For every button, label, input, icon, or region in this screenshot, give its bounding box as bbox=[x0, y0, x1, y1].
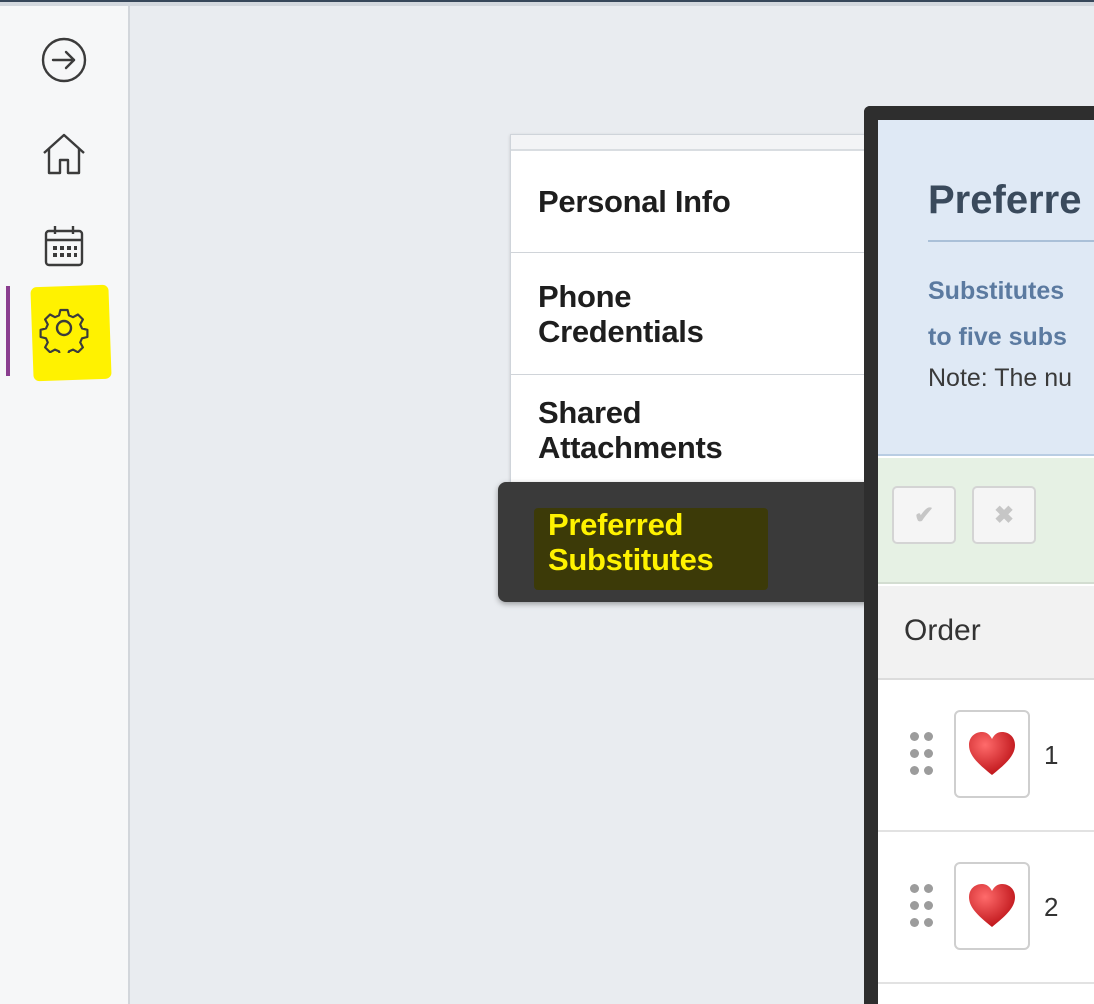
nav-item-phone-credentials[interactable]: Phone Credentials bbox=[511, 253, 871, 375]
nav-item-preferred-substitutes[interactable]: Preferred Substitutes bbox=[498, 482, 870, 602]
description-line: Substitutes bbox=[928, 277, 1065, 305]
order-number: 2 bbox=[1044, 892, 1059, 922]
panel-description: Substitutes to five subs bbox=[928, 268, 1067, 360]
settings-nav-list: Personal Info Phone Credentials Shared A… bbox=[510, 134, 871, 485]
nav-item-label: Credentials bbox=[538, 313, 704, 349]
close-icon: ✖ bbox=[993, 501, 1015, 529]
nav-item-label: Phone bbox=[538, 278, 632, 314]
table-header: Order bbox=[878, 586, 1094, 680]
drag-handle-icon[interactable] bbox=[908, 884, 938, 928]
panel-header: Preferre Substitutes to five subs Note: … bbox=[878, 120, 1094, 456]
preferred-substitutes-panel: Preferre Substitutes to five subs Note: … bbox=[864, 106, 1094, 1004]
nav-item-shared-attachments[interactable]: Shared Attachments bbox=[511, 375, 871, 485]
favorite-button[interactable] bbox=[954, 710, 1030, 798]
nav-item-personal-info[interactable]: Personal Info bbox=[511, 151, 871, 253]
heart-icon bbox=[969, 884, 1015, 927]
description-line: to five subs bbox=[928, 323, 1067, 351]
active-indicator bbox=[6, 286, 10, 376]
drag-handle-icon[interactable] bbox=[908, 732, 938, 776]
calendar-icon[interactable] bbox=[34, 216, 94, 276]
nav-item-label: Attachments bbox=[538, 430, 723, 465]
home-icon[interactable] bbox=[34, 124, 94, 184]
favorite-button[interactable] bbox=[954, 862, 1030, 950]
arrow-right-circle-icon[interactable] bbox=[34, 30, 94, 90]
nav-item-label: Shared bbox=[538, 395, 642, 430]
left-rail bbox=[0, 6, 130, 1004]
gear-icon[interactable] bbox=[34, 298, 94, 358]
check-icon: ✔ bbox=[913, 501, 935, 529]
nav-item-label: Personal Info bbox=[538, 184, 731, 219]
top-border bbox=[0, 0, 1094, 6]
order-number: 1 bbox=[1044, 740, 1059, 770]
page-title: Preferre bbox=[928, 178, 1082, 222]
column-header-order[interactable]: Order bbox=[904, 614, 981, 648]
panel-toolbar: ✔ ✖ bbox=[878, 458, 1094, 584]
nav-item-label: Preferred bbox=[548, 507, 684, 542]
table-row: 1 bbox=[878, 682, 1094, 832]
nav-item-label: Substitutes bbox=[548, 542, 714, 577]
divider bbox=[928, 240, 1094, 242]
heart-icon bbox=[969, 732, 1015, 775]
save-button[interactable]: ✔ bbox=[892, 486, 956, 544]
cancel-button[interactable]: ✖ bbox=[972, 486, 1036, 544]
table-row: 2 bbox=[878, 834, 1094, 984]
settings-nav: Personal Info Phone Credentials Shared A… bbox=[498, 134, 871, 604]
panel-note: Note: The nu bbox=[928, 364, 1073, 392]
